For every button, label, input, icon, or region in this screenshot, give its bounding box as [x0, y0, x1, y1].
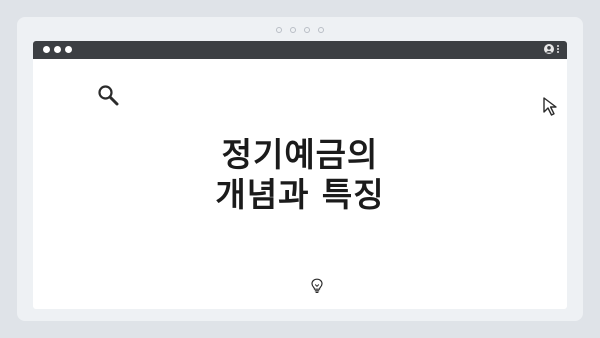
page-dot — [276, 27, 282, 33]
window-titlebar — [33, 41, 567, 59]
top-page-dots — [17, 27, 583, 33]
window-control-dot[interactable] — [54, 46, 61, 53]
window-control-dot[interactable] — [65, 46, 72, 53]
outer-card: 정기예금의 개념과 특징 — [17, 17, 583, 321]
window-controls — [43, 46, 72, 53]
page-dot — [318, 27, 324, 33]
user-icon — [544, 44, 554, 54]
search-icon — [98, 85, 119, 106]
window-control-dot[interactable] — [43, 46, 50, 53]
user-menu-button[interactable] — [544, 44, 559, 54]
page-title: 정기예금의 개념과 특징 — [33, 135, 567, 215]
title-line-1: 정기예금의 — [221, 135, 379, 174]
window-content: 정기예금의 개념과 특징 — [33, 59, 567, 309]
browser-window: 정기예금의 개념과 특징 — [33, 41, 567, 309]
title-line-2: 개념과 특징 — [215, 175, 385, 214]
cursor-arrow-icon — [543, 97, 557, 116]
page-dot — [290, 27, 296, 33]
kebab-menu-icon[interactable] — [557, 45, 559, 53]
page-dot — [304, 27, 310, 33]
lightbulb-icon — [311, 278, 323, 293]
